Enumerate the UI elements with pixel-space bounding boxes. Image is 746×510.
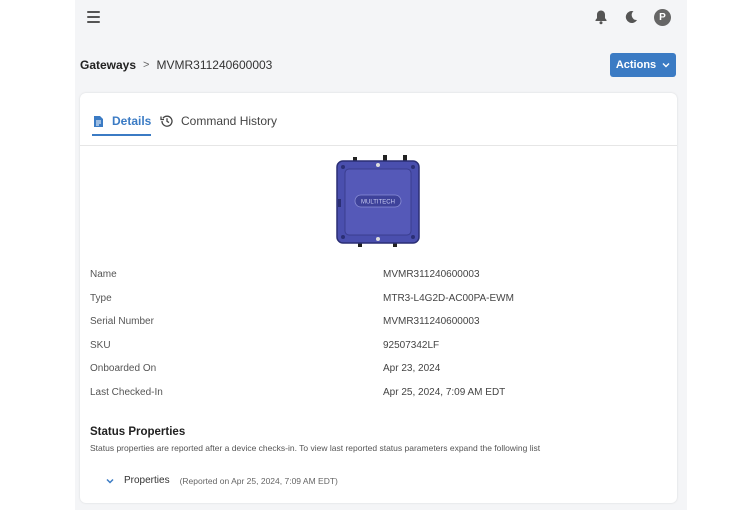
- gateway-device-image: MULTITECH: [336, 155, 420, 247]
- breadcrumb: Gateways > MVMR311240600003: [80, 58, 272, 72]
- app-shell: P Gateways > MVMR311240600003 Actions De…: [75, 0, 687, 510]
- menu-icon[interactable]: [87, 11, 100, 23]
- bell-icon[interactable]: [593, 9, 609, 25]
- top-bar: P: [75, 0, 687, 36]
- property-value: MVMR311240600003: [383, 269, 480, 280]
- breadcrumb-gateways-link[interactable]: Gateways: [80, 58, 136, 72]
- status-properties-description: Status properties are reported after a d…: [90, 443, 541, 453]
- moon-icon[interactable]: [623, 9, 639, 25]
- property-label: Serial Number: [90, 316, 154, 327]
- breadcrumb-separator: >: [143, 59, 150, 71]
- avatar[interactable]: P: [654, 9, 671, 26]
- tab-bar: Details Command History: [80, 93, 677, 146]
- property-label: SKU: [90, 340, 111, 351]
- device-brand-text: MULTITECH: [361, 200, 395, 206]
- details-card: Details Command History MULTITECH Name M…: [80, 93, 677, 503]
- property-value: MVMR311240600003: [383, 316, 480, 327]
- breadcrumb-current: MVMR311240600003: [156, 58, 273, 72]
- tab-details-label: Details: [112, 114, 152, 128]
- property-label: Onboarded On: [90, 363, 157, 374]
- property-label: Last Checked-In: [90, 387, 163, 398]
- tab-details[interactable]: Details: [92, 109, 152, 136]
- actions-button-label: Actions: [615, 59, 657, 71]
- property-value: MTR3-L4G2D-AC00PA-EWM: [383, 293, 514, 304]
- property-value: 92507342LF: [383, 340, 440, 351]
- property-value: Apr 23, 2024: [383, 363, 441, 374]
- tab-command-history-label: Command History: [181, 114, 278, 128]
- property-label: Type: [90, 293, 112, 304]
- history-icon: [160, 115, 173, 127]
- document-icon: [94, 115, 103, 127]
- chevron-down-icon: [662, 63, 670, 68]
- property-label: Name: [90, 269, 117, 280]
- properties-expander[interactable]: Properties (Reported on Apr 25, 2024, 7:…: [105, 475, 338, 486]
- property-value: Apr 25, 2024, 7:09 AM EDT: [383, 387, 506, 398]
- tab-command-history[interactable]: Command History: [160, 109, 277, 133]
- properties-label: Properties: [124, 475, 170, 486]
- properties-reported-time: (Reported on Apr 25, 2024, 7:09 AM EDT): [179, 475, 338, 486]
- actions-button[interactable]: Actions: [610, 53, 676, 77]
- status-properties-title: Status Properties: [90, 426, 186, 438]
- chevron-down-icon: [106, 478, 114, 484]
